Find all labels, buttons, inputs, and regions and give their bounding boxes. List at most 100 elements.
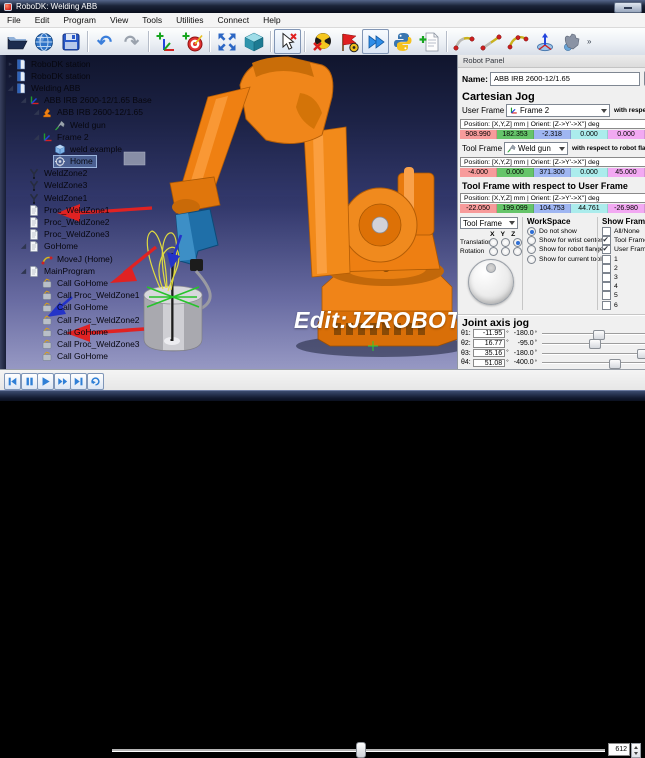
pose-value-cell[interactable]: 371.300	[534, 168, 571, 177]
redo-icon[interactable]: ↷	[118, 29, 145, 54]
tree-row-content[interactable]: Call GoHome	[41, 351, 111, 362]
tree-expander-icon[interactable]: ◢	[19, 267, 28, 276]
tree-row[interactable]: Call GoHome	[6, 326, 306, 338]
tree-row-content[interactable]: RoboDK station	[15, 71, 94, 82]
movej-icon[interactable]	[450, 29, 477, 54]
tree-row-content[interactable]: WeldZone1	[28, 193, 90, 204]
pose-format-dropdown-3[interactable]: Position: [X,Y,Z] mm | Orient: [Z->Y'->X…	[460, 193, 645, 203]
tree-row[interactable]: ◢GoHome	[6, 241, 306, 253]
tree-row-content[interactable]: WeldZone3	[28, 180, 90, 191]
tree-expander-icon[interactable]: ◢	[19, 96, 28, 105]
pose-value-cell[interactable]: 0.000	[571, 130, 608, 139]
robot-name-input[interactable]: ABB IRB 2600-12/1.65	[490, 72, 640, 86]
show-frames-option[interactable]: 2	[602, 264, 645, 273]
menu-item-file[interactable]: File	[0, 14, 28, 27]
tree-row[interactable]: ◢MainProgram	[6, 265, 306, 277]
pose-value-cell[interactable]: 182.353	[497, 130, 534, 139]
translation-radio[interactable]	[489, 238, 498, 247]
joint-slider[interactable]	[542, 329, 645, 338]
fast-simulation-icon[interactable]	[362, 29, 389, 54]
show-frames-option[interactable]: User Frame	[602, 245, 645, 254]
pose-value-cell[interactable]: -2.318	[534, 130, 571, 139]
tree-row[interactable]: WeldZone2	[6, 168, 306, 180]
teach-frame-icon[interactable]	[531, 29, 558, 54]
movel-icon[interactable]	[477, 29, 504, 54]
tree-row-content[interactable]: GoHome	[28, 241, 81, 252]
pose-value-cell[interactable]: 0.000	[608, 130, 645, 139]
workspace-option[interactable]: Show for current tool	[527, 255, 597, 264]
joint-value-input[interactable]: 35.16	[473, 349, 505, 358]
workspace-option[interactable]: Show for wrist center	[527, 236, 597, 245]
tree-expander-icon[interactable]: ▸	[6, 72, 15, 81]
tree-row-content[interactable]: ABB IRB 2600-12/1.65	[41, 107, 146, 118]
jog-knob[interactable]	[468, 259, 514, 305]
isometric-view-icon[interactable]	[240, 29, 267, 54]
pose-format-dropdown-1[interactable]: Position: [X,Y,Z] mm | Orient: [Z->Y'->X…	[460, 119, 645, 129]
tree-row[interactable]: Call GoHome	[6, 302, 306, 314]
collision-check-icon[interactable]	[308, 29, 335, 54]
workspace-option[interactable]: Show for robot flange	[527, 245, 597, 254]
tree-row-content[interactable]: Proc_WeldZone1	[28, 205, 113, 216]
replay-button[interactable]	[87, 373, 104, 390]
show-frames-option[interactable]: 3	[602, 273, 645, 282]
tree-row[interactable]: Call Proc_WeldZone3	[6, 338, 306, 350]
pose-value-cell[interactable]: -26.980	[608, 204, 645, 213]
tree-row[interactable]: ◢ABB IRB 2600-12/1.65 Base	[6, 95, 306, 107]
menu-item-program[interactable]: Program	[56, 14, 103, 27]
tree-row[interactable]: Weld gun	[6, 119, 306, 131]
tree-row[interactable]: WeldZone1	[6, 192, 306, 204]
toolbar-overflow-chevron[interactable]: »	[587, 37, 590, 46]
select-cursor-icon[interactable]	[274, 29, 301, 54]
tree-row-content[interactable]: WeldZone2	[28, 168, 90, 179]
tree-row[interactable]: ▸RoboDK station	[6, 58, 306, 70]
workspace-radio[interactable]	[527, 255, 536, 264]
tree-row-content[interactable]: RoboDK station	[15, 59, 94, 70]
tree-row-content[interactable]: Call Proc_WeldZone1	[41, 290, 143, 301]
open-icon[interactable]	[3, 29, 30, 54]
menu-item-tools[interactable]: Tools	[135, 14, 169, 27]
tree-row[interactable]: ◢Frame 2	[6, 131, 306, 143]
tree-row-content[interactable]: Frame 2	[41, 132, 92, 143]
workspace-radio[interactable]	[527, 245, 536, 254]
tree-row[interactable]: ◢ABB IRB 2600-12/1.65	[6, 107, 306, 119]
pose-value-cell[interactable]: 45.000	[608, 168, 645, 177]
tree-row[interactable]: weld example	[6, 143, 306, 155]
tree-row-selected[interactable]: Home	[54, 156, 96, 167]
tree-row-content[interactable]: Proc_WeldZone3	[28, 229, 113, 240]
checkbox-icon[interactable]	[602, 264, 611, 273]
joint-value-input[interactable]: 51.08	[473, 359, 505, 368]
translation-radio[interactable]	[501, 238, 510, 247]
tree-row-content[interactable]: Call GoHome	[41, 278, 111, 289]
checkbox-icon[interactable]	[602, 282, 611, 291]
tree-row[interactable]: Home	[6, 156, 306, 168]
play-button[interactable]	[37, 373, 54, 390]
tree-row[interactable]: Proc_WeldZone2	[6, 216, 306, 228]
skip-end-button[interactable]	[70, 373, 87, 390]
minimize-button[interactable]	[614, 2, 642, 13]
tree-row-content[interactable]: MoveJ (Home)	[41, 254, 116, 265]
show-frames-option[interactable]: 4	[602, 282, 645, 291]
pose-value-cell[interactable]: -4.000	[460, 168, 497, 177]
tree-row-content[interactable]: Welding ABB	[15, 83, 83, 94]
show-frames-option[interactable]: 1	[602, 255, 645, 264]
menu-item-utilities[interactable]: Utilities	[169, 14, 210, 27]
checkbox-icon[interactable]	[602, 245, 611, 254]
tree-row-content[interactable]: Proc_WeldZone2	[28, 217, 113, 228]
show-frames-option[interactable]: 5	[602, 291, 645, 300]
save-icon[interactable]	[57, 29, 84, 54]
translation-radio[interactable]	[513, 238, 522, 247]
pose-format-dropdown-2[interactable]: Position: [X,Y,Z] mm | Orient: [Z->Y'->X…	[460, 157, 645, 167]
tree-row-content[interactable]: Call Proc_WeldZone2	[41, 315, 143, 326]
pose-value-cell[interactable]: 44.761	[571, 204, 608, 213]
pose-value-cell[interactable]: 0.000	[571, 168, 608, 177]
skip-start-button[interactable]	[4, 373, 21, 390]
python-icon[interactable]	[389, 29, 416, 54]
joint-slider[interactable]	[542, 339, 645, 348]
tree-row-content[interactable]: weld example	[54, 144, 125, 155]
menu-item-connect[interactable]: Connect	[210, 14, 256, 27]
fit-all-icon[interactable]	[213, 29, 240, 54]
add-frame-icon[interactable]	[152, 29, 179, 54]
menu-item-edit[interactable]: Edit	[28, 14, 57, 27]
rotation-radio[interactable]	[501, 247, 510, 256]
tree-row-content[interactable]: ABB IRB 2600-12/1.65 Base	[28, 95, 155, 106]
